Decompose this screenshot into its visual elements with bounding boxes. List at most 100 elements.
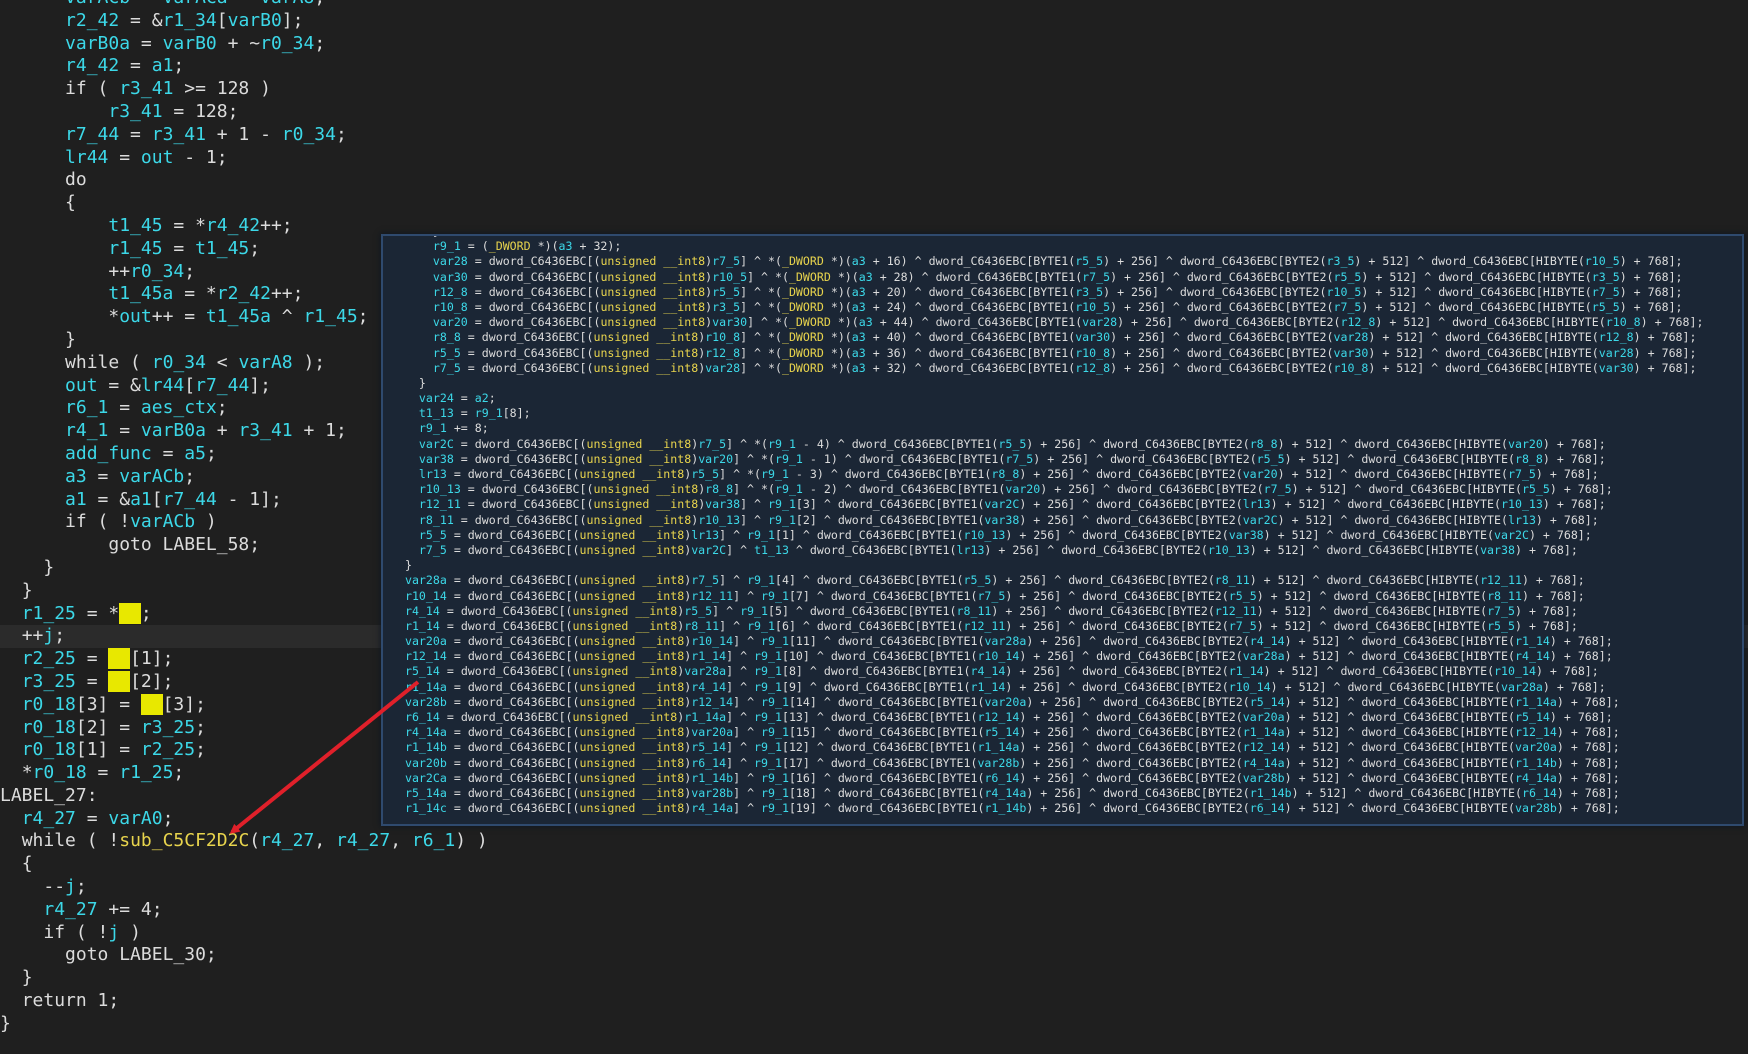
identifier[interactable]: varACb bbox=[119, 466, 184, 487]
code-line[interactable]: while ( !sub_C5CF2D2C(r4_27, r4_27, r6_1… bbox=[0, 830, 1748, 853]
code-line[interactable]: if ( r3_41 >= 128 ) bbox=[0, 78, 1748, 101]
identifier[interactable]: r0_18 bbox=[22, 694, 76, 715]
identifier[interactable]: j bbox=[108, 922, 119, 943]
identifier[interactable]: t1_45a bbox=[206, 306, 271, 327]
identifier[interactable]: r4_27 bbox=[336, 830, 390, 851]
identifier[interactable]: t1_45a bbox=[108, 283, 173, 304]
code-line[interactable]: r4_42 = a1; bbox=[0, 55, 1748, 78]
identifier[interactable]: r0_18 bbox=[22, 739, 76, 760]
identifier[interactable]: add_func bbox=[65, 443, 152, 464]
identifier[interactable]: varB0a bbox=[65, 33, 130, 54]
identifier[interactable]: r7_44 bbox=[163, 489, 217, 510]
identifier[interactable]: r0_18 bbox=[33, 762, 87, 783]
code-text: = bbox=[108, 397, 141, 419]
code-text: ]; bbox=[281, 9, 304, 31]
code-line[interactable]: do bbox=[0, 169, 1748, 192]
overlay-code-line: r1_14 = dword_C6436EBC[(unsigned __int8)… bbox=[404, 618, 1578, 633]
identifier[interactable]: r7_44 bbox=[65, 124, 119, 145]
identifier[interactable]: r6_1 bbox=[65, 397, 108, 418]
identifier[interactable]: r2_42 bbox=[217, 283, 271, 304]
highlighted-identifier[interactable]: iv bbox=[140, 693, 163, 715]
code-line[interactable]: lr44 = out - 1; bbox=[0, 147, 1748, 170]
highlighted-identifier[interactable]: iv bbox=[108, 648, 131, 670]
identifier[interactable]: a3 bbox=[65, 466, 87, 487]
identifier[interactable]: r1_34 bbox=[163, 10, 217, 31]
identifier[interactable]: j bbox=[65, 876, 76, 897]
identifier[interactable]: r1_45 bbox=[108, 238, 162, 259]
identifier[interactable]: varA0 bbox=[108, 808, 162, 829]
identifier[interactable]: aes_ctx bbox=[141, 397, 217, 418]
code-text: ; bbox=[54, 625, 66, 647]
code-line[interactable]: --j; bbox=[0, 876, 1748, 899]
identifier[interactable]: r3_41 bbox=[152, 124, 206, 145]
identifier[interactable]: r7_44 bbox=[195, 375, 249, 396]
identifier[interactable]: r4_1 bbox=[65, 420, 108, 441]
code-line[interactable]: varACb = varACa - varA8; bbox=[0, 0, 1748, 10]
identifier[interactable]: lr44 bbox=[65, 147, 108, 168]
identifier[interactable]: lr44 bbox=[141, 375, 184, 396]
identifier[interactable]: a1 bbox=[152, 55, 174, 76]
identifier[interactable]: out bbox=[65, 375, 98, 396]
identifier[interactable]: r1_25 bbox=[119, 762, 173, 783]
identifier[interactable]: r3_25 bbox=[22, 671, 76, 692]
identifier[interactable]: out bbox=[119, 306, 152, 327]
code-line[interactable]: r3_41 = 128; bbox=[0, 101, 1748, 124]
code-line[interactable]: r2_42 = &r1_34[varB0]; bbox=[0, 10, 1748, 33]
identifier[interactable]: varA8 bbox=[238, 352, 292, 373]
identifier[interactable]: varACb bbox=[65, 0, 130, 8]
identifier[interactable]: j bbox=[43, 625, 54, 646]
code-text: - 1; bbox=[173, 146, 228, 168]
code-label-line[interactable]: } bbox=[0, 1013, 1748, 1036]
identifier[interactable]: r4_42 bbox=[65, 55, 119, 76]
identifier[interactable]: r0_34 bbox=[152, 352, 206, 373]
identifier[interactable]: t1_45 bbox=[108, 215, 162, 236]
identifier[interactable]: r4_27 bbox=[22, 808, 76, 829]
identifier[interactable]: varB0 bbox=[163, 33, 217, 54]
identifier[interactable]: out bbox=[141, 147, 174, 168]
function-name[interactable]: sub_C5CF2D2C bbox=[119, 830, 249, 851]
identifier[interactable]: r6_1 bbox=[412, 830, 455, 851]
code-line[interactable]: if ( !j ) bbox=[0, 922, 1748, 945]
identifier[interactable]: r4_42 bbox=[206, 215, 260, 236]
identifier[interactable]: r0_34 bbox=[260, 33, 314, 54]
identifier[interactable]: varB0 bbox=[228, 10, 282, 31]
highlighted-identifier[interactable]: iv bbox=[119, 602, 141, 624]
identifier[interactable]: r3_41 bbox=[119, 78, 173, 99]
identifier[interactable]: r3_25 bbox=[141, 717, 195, 738]
overlay-code-line: r4_14a = dword_C6436EBC[(unsigned __int8… bbox=[404, 725, 1620, 740]
identifier[interactable]: varA8 bbox=[260, 0, 314, 8]
identifier[interactable]: r2_42 bbox=[65, 10, 119, 31]
code-text: ; bbox=[195, 716, 206, 738]
code-line[interactable]: varB0a = varB0 + ~r0_34; bbox=[0, 33, 1748, 56]
identifier[interactable]: a5 bbox=[184, 443, 206, 464]
identifier[interactable]: r3_41 bbox=[108, 101, 162, 122]
identifier[interactable]: r3_41 bbox=[238, 420, 292, 441]
identifier[interactable]: r2_25 bbox=[141, 739, 195, 760]
identifier[interactable]: r2_25 bbox=[22, 648, 76, 669]
identifier[interactable]: r1_25 bbox=[22, 603, 76, 624]
identifier[interactable]: t1_45 bbox=[195, 238, 249, 259]
identifier[interactable]: r4_27 bbox=[260, 830, 314, 851]
identifier[interactable]: r4_27 bbox=[43, 899, 97, 920]
highlighted-identifier[interactable]: iv bbox=[108, 670, 131, 692]
identifier[interactable]: varACb bbox=[130, 511, 195, 532]
code-line[interactable]: { bbox=[0, 853, 1748, 876]
identifier[interactable]: a1 bbox=[130, 489, 152, 510]
code-text: do bbox=[65, 169, 87, 191]
identifier[interactable]: r0_34 bbox=[282, 124, 336, 145]
code-line[interactable]: { bbox=[0, 192, 1748, 215]
identifier[interactable]: r0_18 bbox=[22, 717, 76, 738]
overlay-code-text: } r9_1 = (_DWORD *)(a3 + 32); var28 = dw… bbox=[391, 236, 1704, 816]
identifier[interactable]: a1 bbox=[65, 489, 87, 510]
code-line[interactable]: } bbox=[0, 967, 1748, 990]
identifier[interactable]: varACa bbox=[163, 0, 228, 8]
code-line[interactable]: r4_27 += 4; bbox=[0, 899, 1748, 922]
code-line[interactable]: return 1; bbox=[0, 990, 1748, 1013]
identifier[interactable]: r0_34 bbox=[130, 261, 184, 282]
identifier[interactable]: r1_45 bbox=[303, 306, 357, 327]
code-line[interactable]: r7_44 = r3_41 + 1 - r0_34; bbox=[0, 124, 1748, 147]
code-line[interactable]: goto LABEL_30; bbox=[0, 944, 1748, 967]
code-text: if ( ! bbox=[65, 511, 131, 533]
identifier[interactable]: varB0a bbox=[141, 420, 206, 441]
code-text: ; bbox=[184, 465, 196, 487]
